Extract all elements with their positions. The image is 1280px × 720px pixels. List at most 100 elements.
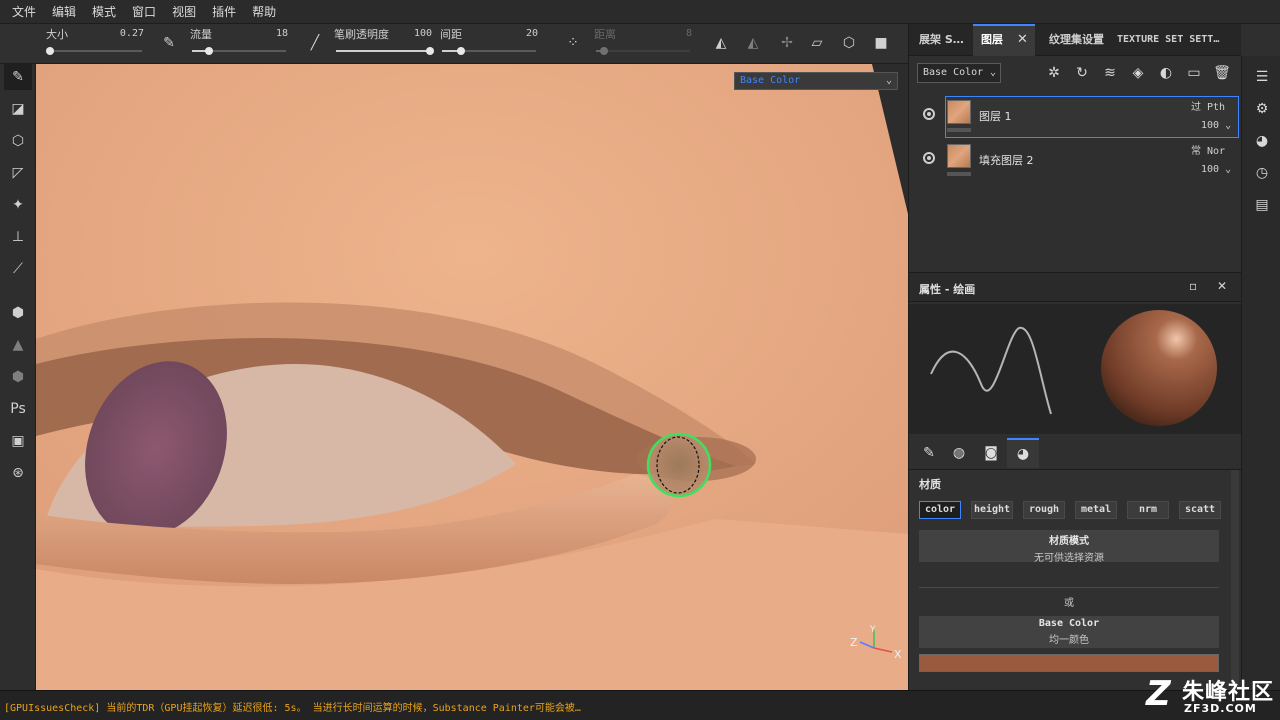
tab-texture-set[interactable]: 纹理集设置 <box>1049 24 1115 56</box>
add-effect-icon[interactable]: ✲ <box>1043 62 1065 84</box>
visibility-eye-icon[interactable] <box>923 152 935 164</box>
distance-slider-handle <box>599 47 608 55</box>
watermark-logo: Z <box>1146 674 1171 714</box>
size-slider[interactable]: 大小 0.27 <box>45 26 144 60</box>
layer-opacity[interactable]: 100 ⌄ <box>1201 164 1231 175</box>
3d-viewport[interactable]: Base Color ⌄ Z Y X <box>36 64 908 690</box>
layers-panel-icon[interactable]: ☰ <box>1250 66 1274 88</box>
status-message: [GPUIssuesCheck] 当前的TDR（GPU挂起恢复）延迟很低: 5s… <box>4 703 581 714</box>
axis-x-label: X <box>894 648 902 661</box>
axis-gizmo: Z Y X <box>850 625 902 661</box>
base-color-slot[interactable]: Base Color 均一颜色 <box>919 616 1219 648</box>
brush-opacity-slider[interactable]: 笔刷透明度 100 <box>334 26 434 60</box>
display-settings-icon[interactable]: ◕ <box>1250 130 1274 152</box>
viewport-channel-dropdown[interactable]: Base Color ⌄ <box>734 72 898 90</box>
camera-icon[interactable]: ■ <box>870 32 892 54</box>
projection-plane-icon[interactable]: ▱ <box>806 32 828 54</box>
size-value[interactable]: 0.27 <box>120 28 144 39</box>
projection-icon[interactable]: ⬡ <box>4 128 32 154</box>
color-picker-icon[interactable]: ⟋ <box>4 256 32 282</box>
brush-pressure-icon[interactable]: ✎ <box>158 32 180 54</box>
material-title: 材质 <box>919 478 941 491</box>
visibility-eye-icon[interactable] <box>923 108 935 120</box>
layer-name[interactable]: 填充图层 2 <box>979 152 1034 168</box>
substance-share-icon[interactable]: ⊛ <box>4 460 32 486</box>
channel-rough-button[interactable]: rough <box>1023 501 1065 519</box>
layer-blend-mode[interactable]: 过 Pth <box>1191 98 1225 113</box>
properties-scrollbar[interactable] <box>1231 470 1239 690</box>
brush-opacity-value[interactable]: 100 <box>414 28 432 39</box>
menu-help[interactable]: 帮助 <box>244 0 284 24</box>
tab-material-icon[interactable]: ◕ <box>1007 438 1039 468</box>
paint-brush-icon[interactable]: ✎ <box>4 64 32 90</box>
viewport-render <box>36 64 908 690</box>
channel-height-button[interactable]: height <box>971 501 1013 519</box>
layer-row[interactable]: 图层 1 过 Pth 100 ⌄ <box>909 94 1241 138</box>
flow-value[interactable]: 18 <box>276 28 288 39</box>
menu-window[interactable]: 窗口 <box>124 0 164 24</box>
or-label: 或 <box>1064 598 1074 609</box>
brush-opacity-handle[interactable] <box>426 47 434 55</box>
spacing-slider[interactable]: 间距 20 <box>440 26 538 60</box>
baking-disabled-icon: ⬢ <box>11 369 25 385</box>
layer-name[interactable]: 图层 1 <box>979 108 1012 124</box>
add-fill-layer-icon[interactable]: ◈ <box>1127 62 1149 84</box>
tab-brush-icon[interactable]: ✎ <box>913 438 945 468</box>
size-slider-handle[interactable] <box>45 47 54 55</box>
clone-stamp-icon[interactable]: ⊥ <box>4 224 32 250</box>
polygon-fill-icon[interactable]: ◸ <box>4 160 32 186</box>
symmetry-mirror-icon[interactable]: ◭ <box>742 32 764 54</box>
tab-stencil-icon[interactable]: ◙ <box>975 438 1007 468</box>
layer-row[interactable]: 填充图层 2 常 Nor 100 ⌄ <box>909 138 1241 182</box>
layer-blend-mode[interactable]: 常 Nor <box>1191 142 1225 157</box>
brush-preview <box>909 304 1241 434</box>
delete-layer-icon[interactable]: 🗑 <box>1211 62 1233 84</box>
menu-view[interactable]: 视图 <box>164 0 204 24</box>
add-layer-icon[interactable]: ≋ <box>1099 62 1121 84</box>
status-bar: [GPUIssuesCheck] 当前的TDR（GPU挂起恢复）延迟很低: 5s… <box>0 690 1280 720</box>
symmetry-axis-icon[interactable]: ✢ <box>776 32 798 54</box>
bake-icon[interactable]: ⬢ <box>4 300 32 326</box>
iray-render-icon[interactable]: ▲ <box>4 332 32 358</box>
flow-slider[interactable]: 流量 18 <box>190 26 288 60</box>
log-icon[interactable]: ▤ <box>1250 194 1274 216</box>
menu-plugins[interactable]: 插件 <box>204 0 244 24</box>
menu-edit[interactable]: 编辑 <box>44 0 84 24</box>
settings-gear-icon[interactable]: ⚙ <box>1250 98 1274 120</box>
flow-pressure-icon[interactable]: ╱ <box>304 32 326 54</box>
close-icon[interactable]: ✕ <box>1017 24 1028 56</box>
add-mask-icon[interactable]: ◐ <box>1155 62 1177 84</box>
menu-file[interactable]: 文件 <box>4 0 44 24</box>
tab-alpha-icon[interactable]: ◍ <box>943 438 975 468</box>
export-textures-icon[interactable]: ▣ <box>4 428 32 454</box>
close-icon[interactable]: ✕ <box>1217 279 1227 293</box>
material-mode-slot[interactable]: 材质模式 无可供选择资源 <box>919 530 1219 564</box>
layer-channel-dropdown[interactable]: Base Color ⌄ <box>917 63 1001 83</box>
channel-nrm-button[interactable]: nrm <box>1127 501 1169 519</box>
add-smart-mask-icon[interactable]: ↻ <box>1071 62 1093 84</box>
layer-channel-value: Base Color <box>923 67 984 78</box>
symmetry-icon[interactable]: ◭ <box>710 32 732 54</box>
menu-mode[interactable]: 模式 <box>84 0 124 24</box>
tab-texture-set-settings[interactable]: TEXTURE SET SETT… <box>1117 24 1241 56</box>
history-icon[interactable]: ◷ <box>1250 162 1274 184</box>
smudge-icon[interactable]: ✦ <box>4 192 32 218</box>
channel-metal-button[interactable]: metal <box>1075 501 1117 519</box>
add-folder-icon[interactable]: ▭ <box>1183 62 1205 84</box>
channel-color-button[interactable]: color <box>919 501 961 519</box>
tool-strip: ✎ ◪ ⬡ ◸ ✦ ⊥ ⟋ ⬢ ▲ ⬢ Ps ▣ ⊛ <box>0 64 36 690</box>
eraser-icon[interactable]: ◪ <box>4 96 32 122</box>
3d-view-cube-icon[interactable]: ⬡ <box>838 32 860 54</box>
tab-shelf[interactable]: 展架 S… <box>919 24 969 56</box>
chevron-down-icon: ⌄ <box>989 67 996 78</box>
lazy-mouse-icon[interactable]: ⁘ <box>562 32 584 54</box>
channel-scatt-button[interactable]: scatt <box>1179 501 1221 519</box>
maximize-icon[interactable]: ▫ <box>1189 279 1197 293</box>
base-color-swatch[interactable] <box>919 654 1219 672</box>
flow-slider-handle[interactable] <box>204 47 213 55</box>
material-mode-label: 材质模式 <box>1049 536 1089 547</box>
spacing-value[interactable]: 20 <box>526 28 538 39</box>
spacing-slider-handle[interactable] <box>456 47 465 55</box>
photoshop-export-icon[interactable]: Ps <box>4 396 32 422</box>
layer-opacity[interactable]: 100 ⌄ <box>1201 120 1231 131</box>
